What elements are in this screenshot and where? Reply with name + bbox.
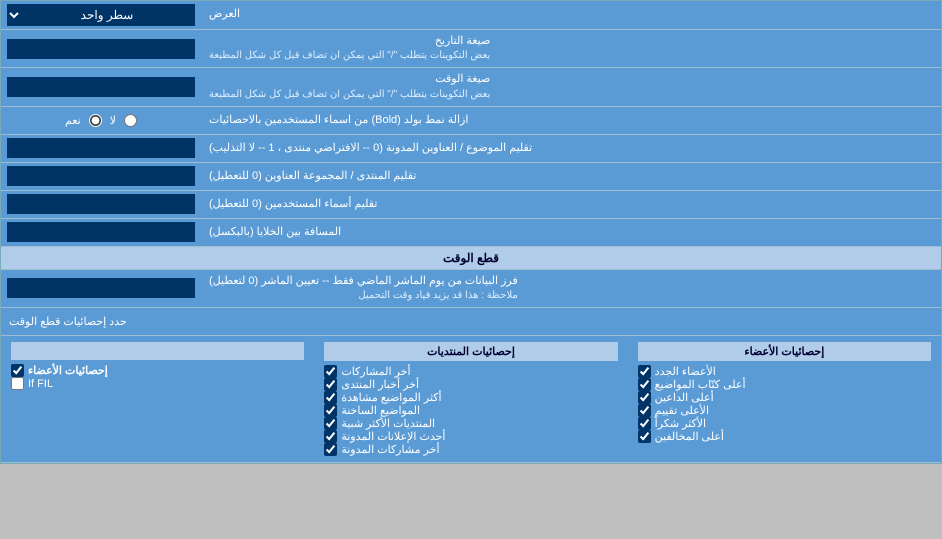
checkbox-a6: أعلى المخالفين: [638, 430, 931, 443]
checkbox-a6-input[interactable]: [638, 430, 651, 443]
date-format-label: صيغة التاريخ بعض التكوينات يتطلب "/" الت…: [201, 30, 941, 67]
checkbox-c1: إحصائيات الأعضاء: [11, 364, 304, 377]
checkbox-b6: أحدث الإعلانات المدونة: [324, 430, 617, 443]
date-format-input[interactable]: d-m: [7, 39, 195, 59]
checkbox-a2-input[interactable]: [638, 378, 651, 391]
realtime-filter-input-wrap: 0: [1, 270, 201, 307]
subject-order-label: تقليم الموضوع / العناوين المدونة (0 -- ا…: [201, 135, 941, 162]
radio-yes[interactable]: [89, 114, 102, 127]
cell-padding-label: المسافة بين الخلايا (بالبكسل): [201, 219, 941, 246]
cell-padding-input-wrap: 2: [1, 219, 201, 246]
date-format-row: صيغة التاريخ بعض التكوينات يتطلب "/" الت…: [1, 30, 941, 68]
realtime-filter-input[interactable]: 0: [7, 278, 195, 298]
checkbox-b2: أخر أخبار المنتدى: [324, 378, 617, 391]
checkbox-b1-input[interactable]: [324, 365, 337, 378]
checkbox-a2: أعلى كتّاب المواضيع: [638, 378, 931, 391]
col1-header-label: [11, 342, 304, 360]
subject-order-input[interactable]: 33: [7, 138, 195, 158]
col1-wrap: إحصائيات الأعضاء If FIL: [11, 342, 304, 456]
radio-no[interactable]: [124, 114, 137, 127]
bold-remove-input-wrap: نعم لا: [1, 107, 201, 134]
date-format-input-wrap: d-m: [1, 30, 201, 67]
checkbox-b6-input[interactable]: [324, 430, 337, 443]
stats-section-label: حدد إحصائيات قطع الوقت: [1, 308, 941, 335]
time-format-input[interactable]: H:i: [7, 77, 195, 97]
checkbox-b7-input[interactable]: [324, 443, 337, 456]
username-trim-input[interactable]: 0: [7, 194, 195, 214]
checkboxes-section: إحصائيات الأعضاء الأعضاء الجدد أعلى كتّا…: [1, 336, 941, 463]
col2-wrap: إحصائيات المنتديات أخر المشاركات أخر أخب…: [324, 342, 617, 456]
stats-section-row: حدد إحصائيات قطع الوقت: [1, 308, 941, 336]
checkbox-a4-input[interactable]: [638, 404, 651, 417]
checkbox-a5: الأكثر شكراً: [638, 417, 931, 430]
display-label: العرض: [201, 1, 941, 29]
time-format-input-wrap: H:i: [1, 68, 201, 105]
checkbox-a1-input[interactable]: [638, 365, 651, 378]
cell-padding-row: المسافة بين الخلايا (بالبكسل) 2: [1, 219, 941, 247]
forum-order-label: تقليم المنتدى / المجموعة العناوين (0 للت…: [201, 163, 941, 190]
main-container: العرض سطر واحد سطران صيغة التاريخ بعض ال…: [0, 0, 942, 464]
checkbox-b3: أكثر المواضيع مشاهدة: [324, 391, 617, 404]
checkbox-b4: المواضيع الساخنة: [324, 404, 617, 417]
realtime-section-header: قطع الوقت: [1, 247, 941, 270]
username-trim-input-wrap: 0: [1, 191, 201, 218]
checkbox-a5-input[interactable]: [638, 417, 651, 430]
col2-header-label: إحصائيات المنتديات: [324, 342, 617, 361]
bold-radio-group: نعم لا: [57, 114, 145, 127]
col3-header-label: إحصائيات الأعضاء: [638, 342, 931, 361]
time-format-row: صيغة الوقت بعض التكوينات يتطلب "/" التي …: [1, 68, 941, 106]
display-row: العرض سطر واحد سطران: [1, 1, 941, 30]
forum-order-input[interactable]: 33: [7, 166, 195, 186]
col3-header: إحصائيات الأعضاء الأعضاء الجدد أعلى كتّا…: [638, 342, 931, 456]
time-format-label: صيغة الوقت بعض التكوينات يتطلب "/" التي …: [201, 68, 941, 105]
checkbox-b7: أخر مشاركات المدونة: [324, 443, 617, 456]
realtime-filter-label: فرز البيانات من يوم الماشر الماضي فقط --…: [201, 270, 941, 307]
radio-no-label: لا: [110, 114, 116, 127]
username-trim-label: تقليم أسماء المستخدمين (0 للتعطيل): [201, 191, 941, 218]
checkbox-b2-input[interactable]: [324, 378, 337, 391]
username-trim-row: تقليم أسماء المستخدمين (0 للتعطيل) 0: [1, 191, 941, 219]
subject-order-input-wrap: 33: [1, 135, 201, 162]
single-line-input-wrap: سطر واحد سطران: [1, 1, 201, 29]
checkbox-b1: أخر المشاركات: [324, 365, 617, 378]
cell-padding-input[interactable]: 2: [7, 222, 195, 242]
checkbox-a3: أعلى الداعين: [638, 391, 931, 404]
checkbox-c2: If FIL: [11, 377, 304, 390]
realtime-filter-row: فرز البيانات من يوم الماشر الماضي فقط --…: [1, 270, 941, 308]
checkbox-b4-input[interactable]: [324, 404, 337, 417]
radio-yes-label: نعم: [65, 114, 81, 127]
checkbox-a3-input[interactable]: [638, 391, 651, 404]
single-line-select[interactable]: سطر واحد سطران: [7, 4, 195, 26]
checkbox-c2-input[interactable]: [11, 377, 24, 390]
bold-remove-row: ازالة نمط بولد (Bold) من اسماء المستخدمي…: [1, 107, 941, 135]
display-title-text: العرض: [209, 7, 240, 22]
forum-order-input-wrap: 33: [1, 163, 201, 190]
checkbox-a4: الأعلى تقييم: [638, 404, 931, 417]
checkbox-c1-input[interactable]: [11, 364, 24, 377]
checkbox-a1: الأعضاء الجدد: [638, 365, 931, 378]
bold-remove-label: ازالة نمط بولد (Bold) من اسماء المستخدمي…: [201, 107, 941, 134]
subject-order-row: تقليم الموضوع / العناوين المدونة (0 -- ا…: [1, 135, 941, 163]
forum-order-row: تقليم المنتدى / المجموعة العناوين (0 للت…: [1, 163, 941, 191]
checkbox-b3-input[interactable]: [324, 391, 337, 404]
checkbox-b5-input[interactable]: [324, 417, 337, 430]
checkbox-b5: المنتديات الأكثر شبية: [324, 417, 617, 430]
